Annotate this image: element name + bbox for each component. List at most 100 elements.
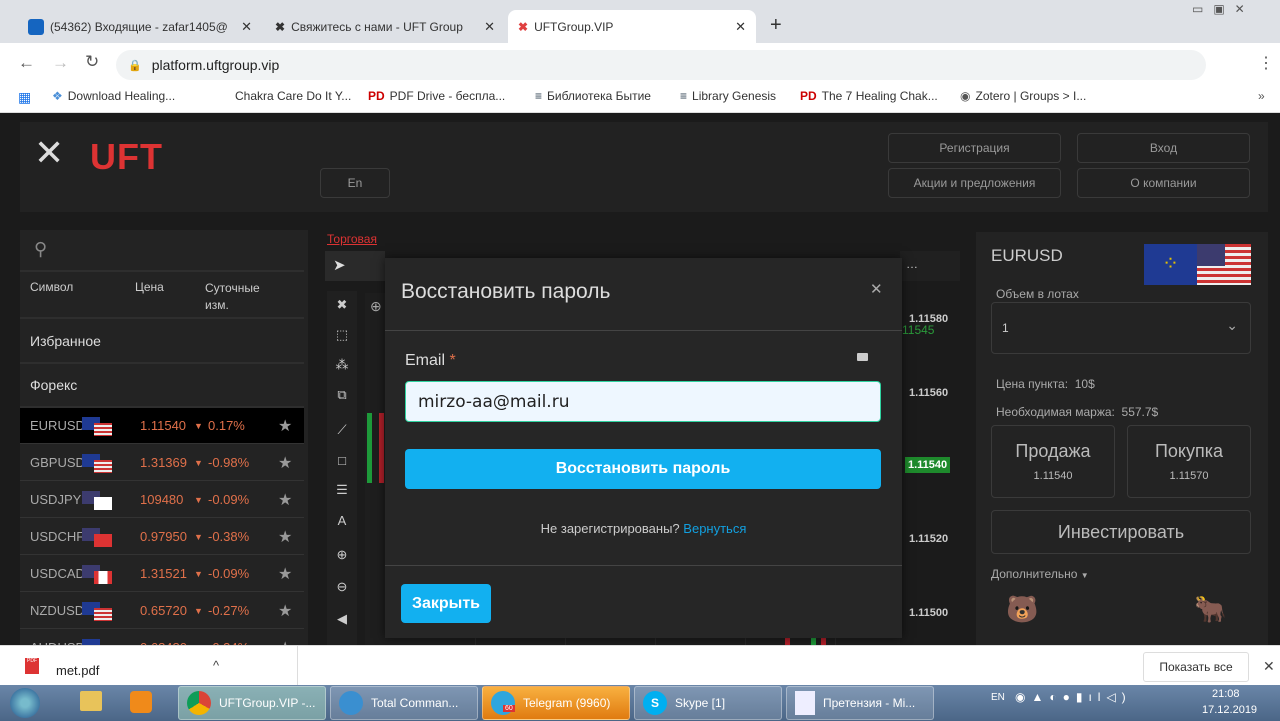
bookmark[interactable]: ≡ Library Genesis xyxy=(680,89,776,103)
remove-drawings-icon[interactable]: ⁂ xyxy=(327,351,357,379)
zoom-in-icon[interactable]: ⊕ xyxy=(327,541,357,569)
language-indicator[interactable]: EN xyxy=(991,692,1005,703)
url-bar[interactable]: 🔒 platform.uftgroup.vip xyxy=(116,50,1206,80)
currency-flag xyxy=(82,490,112,510)
watchlist-row[interactable]: USDCAD 1.31521 ▼ -0.09% ★ xyxy=(20,556,304,592)
watchlist-search[interactable]: ⚲ xyxy=(20,230,304,272)
watchlist-row[interactable]: USDCHF 0.97950 ▼ -0.38% ★ xyxy=(20,519,304,555)
forward-icon[interactable]: → xyxy=(52,53,69,73)
close-tab-icon[interactable]: ✕ xyxy=(735,19,746,35)
clone-icon[interactable]: ⧉ xyxy=(327,381,357,409)
back-icon[interactable]: ← xyxy=(18,53,35,73)
taskbar-chrome[interactable]: UFTGroup.VIP -... xyxy=(178,686,326,720)
favorite-star-icon[interactable]: ★ xyxy=(278,527,292,547)
bookmark-label: Library Genesis xyxy=(692,89,777,103)
required-mark: * xyxy=(449,352,456,369)
uft-logo[interactable]: ✕ UFT xyxy=(34,132,184,182)
more-tools[interactable]: … xyxy=(900,251,960,281)
watchlist-row[interactable]: USDJPY 109480 ▼ -0.09% ★ xyxy=(20,482,304,518)
keys-icon: ✕ xyxy=(34,132,65,173)
more-dropdown[interactable]: Дополнительно ▼ xyxy=(991,567,1089,581)
media-player-icon[interactable] xyxy=(130,691,152,713)
lock-icon: 🔒 xyxy=(128,59,142,72)
remove-icon[interactable]: ✖ xyxy=(327,291,357,319)
drawing-toolbar: ✖ ⬚ ⁂ ⧉ ⟋ □ ☰ A ⊕ ⊖ ◀ xyxy=(327,291,357,645)
collapse-icon[interactable]: ◀ xyxy=(327,605,357,633)
taskbar-skype[interactable]: S Skype [1] xyxy=(634,686,782,720)
bookmark[interactable]: ≡ Библиотека Бытие xyxy=(535,89,651,103)
bookmark[interactable]: Chakra Care Do It Y... xyxy=(235,89,351,103)
bear-icon[interactable]: 🐻 xyxy=(1006,594,1038,625)
clock-date[interactable]: 17.12.2019 xyxy=(1202,704,1257,716)
language-select[interactable]: En xyxy=(320,168,390,198)
chevron-up-icon[interactable]: ^ xyxy=(213,658,219,673)
close-icon[interactable]: ✕ xyxy=(870,280,883,298)
bookmark[interactable]: PD The 7 Healing Chak... xyxy=(800,89,938,103)
divider xyxy=(385,565,902,566)
watchlist-row[interactable]: EURUSD 1.11540 ▼ 0.17% ★ xyxy=(20,408,304,444)
bookmark[interactable]: ◉ Zotero | Groups > I... xyxy=(960,89,1086,103)
reload-icon[interactable]: ↻ xyxy=(85,52,99,72)
buy-button[interactable]: Покупка 1.11570 xyxy=(1127,425,1251,498)
taskbar-telegram[interactable]: 60 Telegram (9960) xyxy=(482,686,630,720)
bull-icon[interactable]: 🐂 xyxy=(1194,594,1226,625)
login-button[interactable]: Вход xyxy=(1077,133,1250,163)
eurusd-flag: ⁘ xyxy=(1144,244,1251,285)
zoom-out-icon[interactable]: ⊖ xyxy=(327,573,357,601)
tab-uftgroup[interactable]: ✖ UFTGroup.VIP ✕ xyxy=(508,10,756,43)
more-bookmarks[interactable]: » xyxy=(1258,89,1265,103)
text-tool-icon[interactable]: A xyxy=(327,506,357,534)
invest-button[interactable]: Инвестировать xyxy=(991,510,1251,554)
trading-link[interactable]: Торговая xyxy=(327,232,377,246)
download-item[interactable]: PDF met.pdf ^ xyxy=(0,646,298,686)
close-download-bar-icon[interactable]: ✕ xyxy=(1263,658,1275,675)
currency-flag xyxy=(82,453,112,473)
telegram-icon: 60 xyxy=(491,691,515,715)
email-input[interactable] xyxy=(405,381,881,422)
forex-group[interactable]: Форекс xyxy=(20,364,304,408)
line-tool-icon[interactable]: ⟋ xyxy=(327,416,357,444)
remove-selection-icon[interactable]: ⬚ xyxy=(327,321,357,349)
lots-select[interactable]: 1 ⌄ xyxy=(991,302,1251,354)
watchlist-row[interactable]: NZDUSD 0.65720 ▼ -0.27% ★ xyxy=(20,593,304,629)
tab-mail[interactable]: (54362) Входящие - zafar1405@ ✕ xyxy=(18,10,262,43)
clock-time[interactable]: 21:08 xyxy=(1212,688,1240,700)
reset-password-button[interactable]: Восстановить пароль xyxy=(405,449,881,489)
sell-button[interactable]: Продажа 1.11540 xyxy=(991,425,1115,498)
add-indicator-icon[interactable]: ⊕ xyxy=(370,298,382,315)
taskbar-word[interactable]: Претензия - Mi... xyxy=(786,686,934,720)
bookmark[interactable]: PD PDF Drive - бесплa... xyxy=(368,89,505,103)
favorite-star-icon[interactable]: ★ xyxy=(278,601,292,621)
tray-icons[interactable]: ◉▲◐●▮ıl◁) xyxy=(1015,690,1132,704)
favorites-group[interactable]: Избранное xyxy=(20,320,304,364)
register-button[interactable]: Регистрация xyxy=(888,133,1061,163)
new-tab-button[interactable]: + xyxy=(770,14,782,37)
close-button[interactable]: Закрыть xyxy=(401,584,491,623)
favorite-star-icon[interactable]: ★ xyxy=(278,453,292,473)
start-button[interactable] xyxy=(10,688,40,718)
watchlist-row[interactable]: GBPUSD 1.31369 ▼ -0.98% ★ xyxy=(20,445,304,481)
explorer-icon[interactable] xyxy=(80,691,102,711)
bookmark[interactable]: ❖ Download Healing... xyxy=(52,89,175,103)
favorite-star-icon[interactable]: ★ xyxy=(278,564,292,584)
taskbar-total-commander[interactable]: Total Comman... xyxy=(330,686,478,720)
fib-tool-icon[interactable]: ☰ xyxy=(327,476,357,504)
back-link[interactable]: Вернуться xyxy=(683,521,746,536)
promos-button[interactable]: Акции и предложения xyxy=(888,168,1061,198)
logo-text: UFT xyxy=(90,136,163,177)
apps-icon[interactable]: ▦ xyxy=(18,89,31,106)
close-tab-icon[interactable]: ✕ xyxy=(484,19,495,35)
favorite-star-icon[interactable]: ★ xyxy=(278,416,292,436)
rectangle-tool-icon[interactable]: □ xyxy=(327,446,357,474)
window-controls[interactable]: ▭▣✕ xyxy=(1192,2,1255,16)
watchlist-row[interactable]: AUDUSD 0.68480 ▼ -0.34% ★ xyxy=(20,630,304,645)
close-tab-icon[interactable]: ✕ xyxy=(241,19,252,35)
telegram-badge: 60 xyxy=(503,705,515,712)
tab-contact[interactable]: ✖ Свяжитесь с нами - UFT Group ✕ xyxy=(265,10,505,43)
cursor-tool[interactable]: ➤ xyxy=(325,251,385,281)
favorite-star-icon[interactable]: ★ xyxy=(278,490,292,510)
menu-icon[interactable]: ⋮ xyxy=(1258,53,1274,73)
favorite-star-icon[interactable]: ★ xyxy=(278,638,292,646)
about-button[interactable]: О компании xyxy=(1077,168,1250,198)
show-all-button[interactable]: Показать все xyxy=(1143,652,1249,682)
